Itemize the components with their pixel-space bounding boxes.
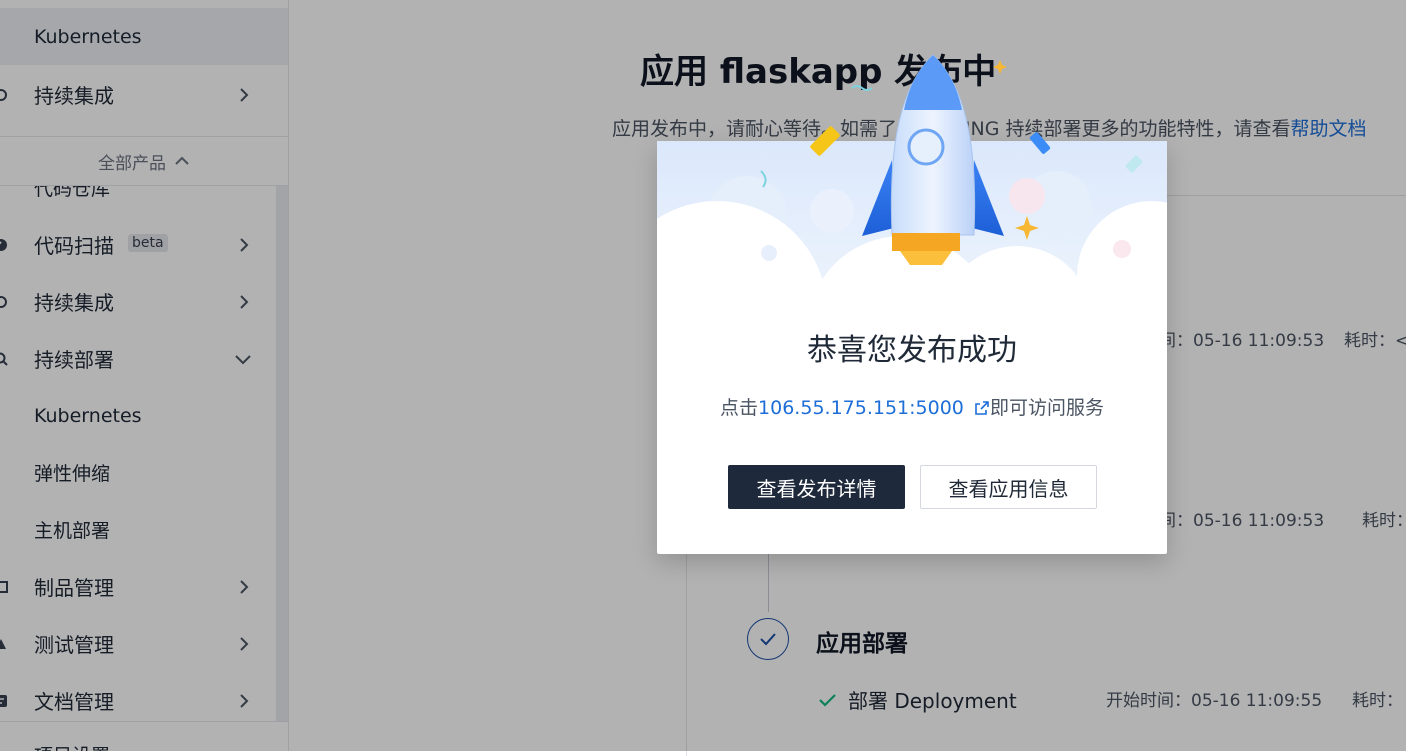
view-app-info-button[interactable]: 查看应用信息 [920,465,1097,509]
modal-description: 点击106.55.175.151:5000 即可访问服务 [657,393,1167,420]
view-release-details-button[interactable]: 查看发布详情 [728,465,905,509]
desc-prefix: 点击 [720,397,759,419]
external-link-icon[interactable] [974,400,990,416]
desc-suffix: 即可访问服务 [989,397,1104,419]
service-url-link[interactable]: 106.55.175.151:5000 [758,397,964,419]
rocket-icon [810,54,1051,265]
modal-title: 恭喜您发布成功 [807,333,1017,368]
